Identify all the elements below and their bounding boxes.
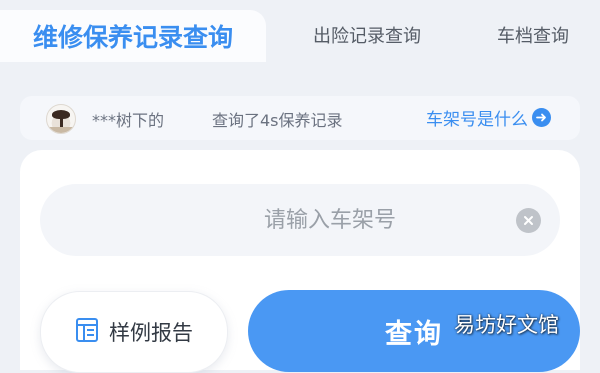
close-circle-icon[interactable]	[516, 208, 541, 233]
report-icon	[75, 317, 99, 347]
recent-query-ticker: ***树下的 查询了4s保养记录 车架号是什么	[20, 96, 580, 140]
arrow-right-circle-icon	[532, 108, 551, 127]
vin-input-wrapper	[40, 184, 560, 256]
sample-report-button[interactable]: 样例报告	[40, 291, 228, 373]
what-is-vin-label: 车架号是什么	[426, 110, 528, 130]
avatar	[46, 104, 76, 134]
what-is-vin-link[interactable]: 车架号是什么	[426, 105, 551, 130]
tab-maintenance-records[interactable]: 维修保养记录查询	[0, 10, 266, 62]
watermark: 易坊好文馆	[454, 313, 559, 337]
query-label: 查询	[385, 318, 443, 349]
tab-vehicle-file[interactable]: 车档查询	[478, 8, 588, 62]
ticker-message: 查询了4s保养记录	[212, 111, 343, 130]
ticker-username: ***树下的	[92, 111, 165, 130]
tab-bar: 维修保养记录查询 出险记录查询 车档查询	[0, 0, 600, 62]
tab-insurance-claims[interactable]: 出险记录查询	[292, 8, 442, 62]
vin-input[interactable]	[40, 184, 560, 256]
sample-report-label: 样例报告	[109, 321, 193, 345]
